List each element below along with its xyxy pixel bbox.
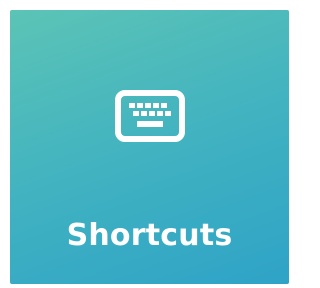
shortcuts-tile[interactable]: Shortcuts — [10, 10, 289, 284]
keyboard-icon — [115, 90, 185, 142]
shortcuts-label: Shortcuts — [66, 218, 233, 253]
